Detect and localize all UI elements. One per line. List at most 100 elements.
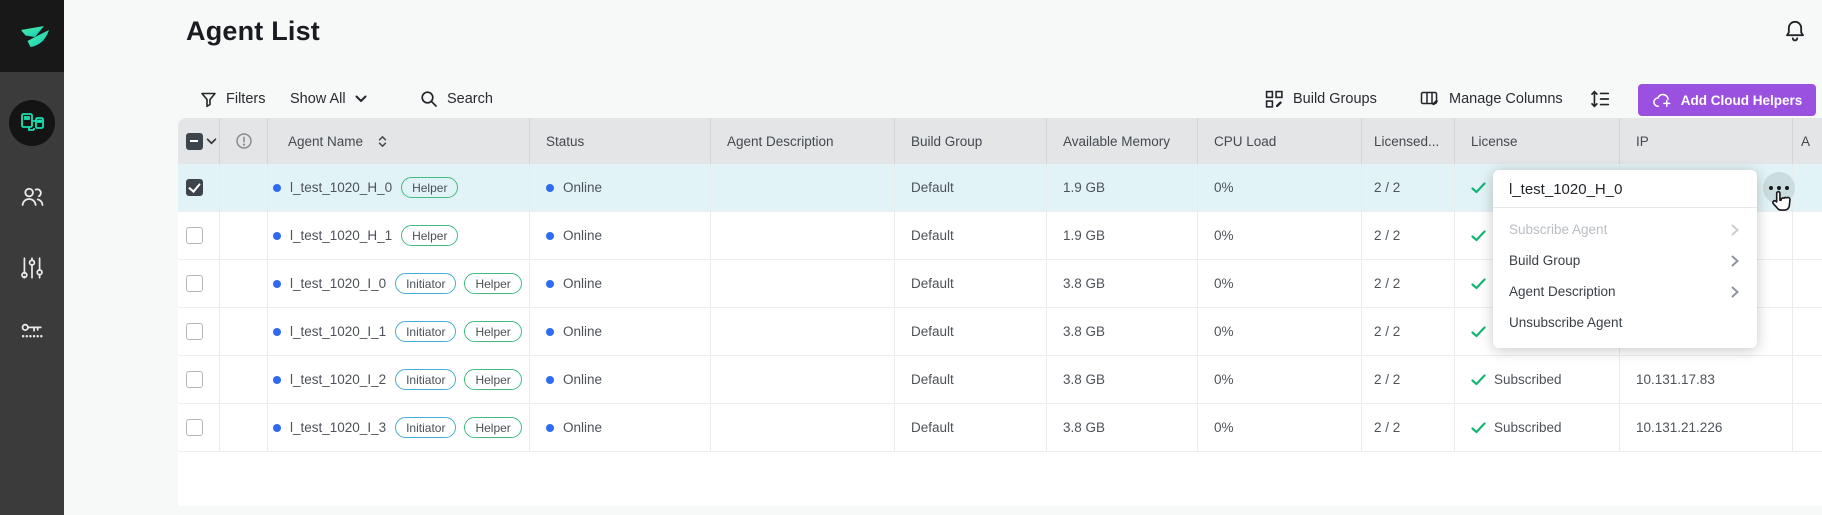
column-label: Available Memory xyxy=(1063,134,1170,149)
cell-cpu: 0% xyxy=(1198,308,1362,355)
table-row[interactable]: l_test_1020_I_2 InitiatorHelper Online D… xyxy=(178,356,1822,404)
column-label: Agent Name xyxy=(288,134,363,149)
column-label: Status xyxy=(546,134,584,149)
selection-menu-chevron-icon[interactable] xyxy=(206,138,217,145)
app-logo[interactable] xyxy=(0,0,64,72)
show-all-dropdown[interactable]: Show All xyxy=(290,84,367,114)
cell-description xyxy=(711,260,895,307)
context-menu-item[interactable]: Build Group xyxy=(1493,245,1757,276)
badges: InitiatorHelper xyxy=(395,273,522,294)
status-cell: Online xyxy=(530,404,711,451)
row-select-cell xyxy=(178,164,220,211)
sidebar-item-settings[interactable] xyxy=(0,248,64,288)
cell-licensed: 2 / 2 xyxy=(1362,356,1455,403)
agent-status-dot xyxy=(273,184,281,192)
context-menu-item[interactable]: Agent Description xyxy=(1493,276,1757,307)
submenu-chevron-icon xyxy=(1731,286,1739,298)
row-context-menu: l_test_1020_H_0 Subscribe Agent Build Gr… xyxy=(1493,170,1757,348)
column-header-cpu-load: CPU Load xyxy=(1198,118,1362,164)
filters-button[interactable]: Filters xyxy=(200,84,265,114)
table-row[interactable]: l_test_1020_I_3 InitiatorHelper Online D… xyxy=(178,404,1822,452)
column-label: IP xyxy=(1636,134,1649,149)
filter-funnel-icon xyxy=(200,91,217,108)
submenu-chevron-icon xyxy=(1731,224,1739,236)
agent-name-cell: l_test_1020_I_0 InitiatorHelper xyxy=(268,260,530,307)
cell-cpu: 0% xyxy=(1198,356,1362,403)
context-menu-title: l_test_1020_H_0 xyxy=(1493,170,1757,207)
search-control[interactable]: Search xyxy=(420,84,493,114)
context-menu-list: Subscribe Agent Build Group Agent Descri… xyxy=(1493,208,1757,348)
cell-build-group: Default xyxy=(895,164,1047,211)
badge-helper: Helper xyxy=(464,321,521,342)
build-groups-button[interactable]: Build Groups xyxy=(1265,84,1377,114)
users-icon xyxy=(19,183,46,210)
add-cloud-helpers-button[interactable]: Add Cloud Helpers xyxy=(1638,84,1816,116)
column-label: License xyxy=(1471,134,1518,149)
cell-clipped xyxy=(1793,212,1822,259)
cell-clipped xyxy=(1793,164,1822,211)
manage-columns-button[interactable]: Manage Columns xyxy=(1420,84,1563,114)
row-more-actions-button[interactable] xyxy=(1763,172,1795,204)
status-text: Online xyxy=(563,276,602,291)
badges: InitiatorHelper xyxy=(395,369,522,390)
badges: InitiatorHelper xyxy=(395,417,522,438)
cell-clipped xyxy=(1793,308,1822,355)
status-cell: Online xyxy=(530,308,711,355)
agent-status-dot xyxy=(273,232,281,240)
agent-name-text: l_test_1020_I_1 xyxy=(290,324,386,339)
agent-name-cell: l_test_1020_I_3 InitiatorHelper xyxy=(268,404,530,451)
row-checkbox[interactable] xyxy=(186,323,203,340)
badges: Helper xyxy=(401,177,458,198)
context-menu-item: Subscribe Agent xyxy=(1493,214,1757,245)
row-height-button[interactable] xyxy=(1590,84,1610,114)
select-all-checkbox[interactable] xyxy=(186,133,203,150)
cell-description xyxy=(711,308,895,355)
subscribed-check-icon xyxy=(1471,278,1486,290)
alert-circle-icon xyxy=(235,132,253,150)
sort-direction-icon xyxy=(378,136,387,147)
sidebar-item-agents[interactable] xyxy=(9,100,55,146)
agent-name-cell: l_test_1020_I_2 InitiatorHelper xyxy=(268,356,530,403)
subscribed-check-icon xyxy=(1471,374,1486,386)
context-menu-item-label: Unsubscribe Agent xyxy=(1509,315,1622,330)
table-header-row: Agent Name Status Agent Description Buil… xyxy=(178,118,1822,164)
cell-clipped xyxy=(1793,260,1822,307)
status-text: Online xyxy=(563,420,602,435)
row-checkbox[interactable] xyxy=(186,179,203,196)
row-checkbox[interactable] xyxy=(186,371,203,388)
row-checkbox[interactable] xyxy=(186,227,203,244)
cell-licensed: 2 / 2 xyxy=(1362,260,1455,307)
online-dot xyxy=(546,328,554,336)
notifications-button[interactable] xyxy=(1782,18,1810,46)
submenu-chevron-icon xyxy=(1731,255,1739,267)
page-title: Agent List xyxy=(186,16,320,47)
row-checkbox[interactable] xyxy=(186,275,203,292)
context-menu-item-label: Build Group xyxy=(1509,253,1580,268)
sidebar-item-license[interactable] xyxy=(0,310,64,350)
sidebar-item-users[interactable] xyxy=(0,176,64,216)
sliders-icon xyxy=(19,255,45,281)
column-header-licensed: Licensed... xyxy=(1362,118,1455,164)
brand-logo-icon xyxy=(13,17,51,55)
agent-list-page: { "theme": { "accent_purple": "#9b51e0",… xyxy=(0,0,1822,515)
row-checkbox[interactable] xyxy=(186,419,203,436)
badge-initiator: Initiator xyxy=(395,417,456,438)
context-menu-item[interactable]: Unsubscribe Agent xyxy=(1493,307,1757,338)
badges: Helper xyxy=(401,225,458,246)
chevron-down-icon xyxy=(355,95,367,103)
cell-licensed: 2 / 2 xyxy=(1362,212,1455,259)
cell-description xyxy=(711,404,895,451)
row-alert-cell xyxy=(220,260,268,307)
agent-name-text: l_test_1020_I_2 xyxy=(290,372,386,387)
column-header-agent-name[interactable]: Agent Name xyxy=(268,118,530,164)
status-text: Online xyxy=(563,324,602,339)
row-select-cell xyxy=(178,356,220,403)
status-cell: Online xyxy=(530,212,711,259)
row-alert-cell xyxy=(220,164,268,211)
manage-columns-label: Manage Columns xyxy=(1449,91,1563,107)
cell-clipped xyxy=(1793,356,1822,403)
subscribed-check-icon xyxy=(1471,422,1486,434)
cell-build-group: Default xyxy=(895,356,1047,403)
badge-helper: Helper xyxy=(464,273,521,294)
cell-memory: 3.8 GB xyxy=(1047,356,1198,403)
